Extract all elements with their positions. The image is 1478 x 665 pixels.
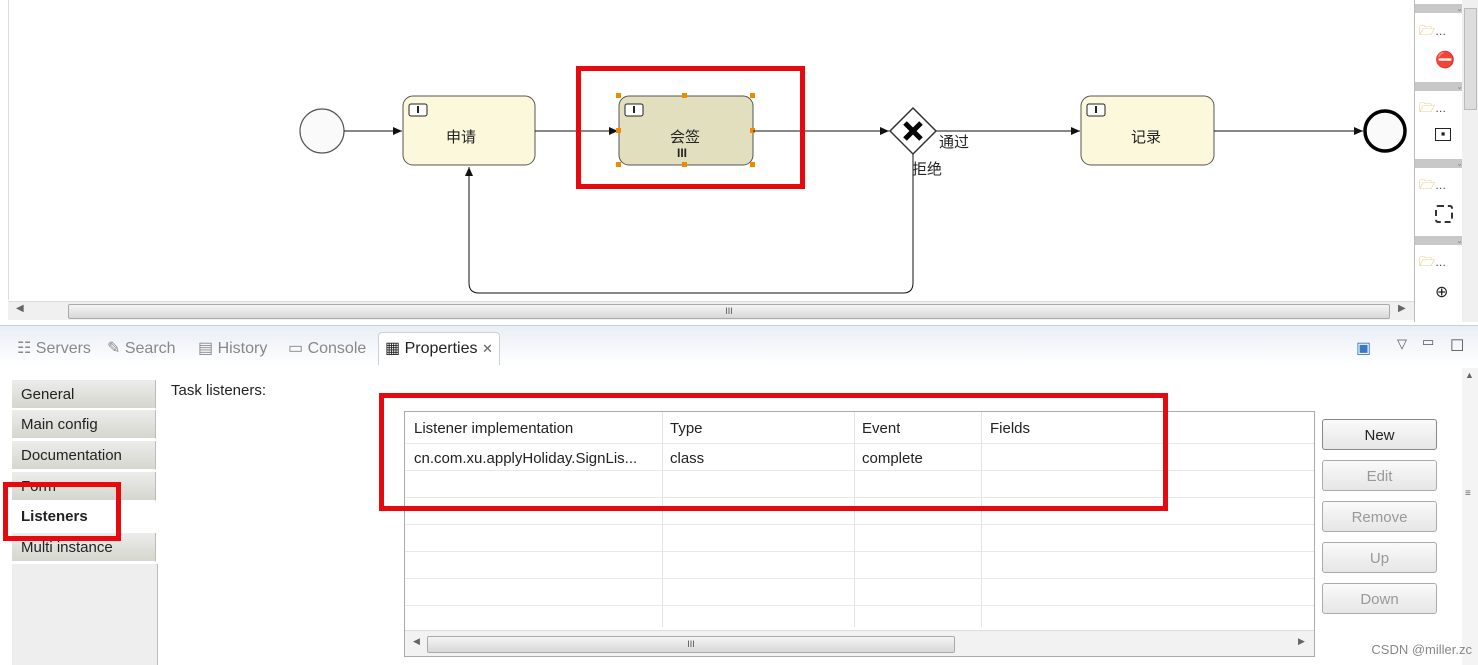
tab-properties[interactable]: ▦ Properties ✕: [378, 332, 500, 365]
reject-label: 拒绝: [912, 161, 943, 178]
tab-search[interactable]: ✎ Search: [107, 338, 176, 358]
view-tab-bar: ☷ Servers ✎ Search ▤ History ▭ Console ▦…: [0, 325, 1478, 366]
table-horizontal-scrollbar[interactable]: ◀ III ▶: [405, 630, 1314, 656]
scroll-thumb[interactable]: III: [427, 636, 955, 653]
user-task-icon[interactable]: ▪: [1435, 127, 1451, 141]
highlight-box-listeners-tab: [3, 482, 121, 541]
error-end-event-icon[interactable]: ⛔: [1435, 50, 1455, 70]
highlight-box-task: [576, 66, 805, 189]
pin-icon[interactable]: ▣: [1356, 338, 1371, 358]
new-button[interactable]: New: [1322, 419, 1437, 450]
scroll-up-icon[interactable]: ▲: [1465, 370, 1474, 380]
parallel-gateway-icon[interactable]: ⊕: [1435, 282, 1448, 302]
close-icon[interactable]: ✕: [482, 341, 493, 356]
side-tab-main-config[interactable]: Main config: [12, 410, 156, 439]
palette: ⌄ 🗁… ⛔ ⌄ 🗁… ▪ ⌄ 🗁… ⌄ 🗁… ⊕: [1414, 0, 1463, 322]
horizontal-scrollbar[interactable]: ◀ III ▶: [8, 301, 1414, 320]
side-tab-filler: [12, 564, 158, 665]
scroll-right-icon[interactable]: ▶: [1298, 636, 1305, 647]
edit-button[interactable]: Edit: [1322, 460, 1437, 491]
folder-icon[interactable]: 🗁…: [1419, 176, 1446, 198]
palette-drawer-toggle[interactable]: ⌄: [1415, 4, 1463, 13]
highlight-box-table: [379, 393, 1168, 511]
palette-drawer-toggle[interactable]: ⌄: [1415, 159, 1463, 168]
scroll-left-icon[interactable]: ◀: [413, 636, 420, 647]
start-event[interactable]: [299, 108, 345, 154]
folder-icon[interactable]: 🗁…: [1419, 22, 1446, 44]
subprocess-icon[interactable]: [1435, 205, 1453, 223]
folder-icon[interactable]: 🗁…: [1419, 253, 1446, 275]
tab-history[interactable]: ▤ History: [198, 338, 267, 358]
folder-icon[interactable]: 🗁…: [1419, 99, 1446, 121]
properties-vertical-scrollbar[interactable]: ▲ ≡: [1462, 368, 1478, 665]
palette-drawer-toggle[interactable]: ⌄: [1415, 82, 1463, 91]
scroll-right-icon[interactable]: ▶: [1398, 303, 1406, 314]
scroll-left-icon[interactable]: ◀: [16, 303, 24, 314]
side-tab-general[interactable]: General: [12, 380, 156, 409]
tab-console[interactable]: ▭ Console: [288, 338, 366, 358]
up-button[interactable]: Up: [1322, 542, 1437, 573]
vertical-scrollbar[interactable]: [1462, 0, 1478, 322]
down-button[interactable]: Down: [1322, 583, 1437, 614]
view-menu-icon[interactable]: ▽: [1397, 336, 1407, 352]
palette-drawer-toggle[interactable]: ⌄: [1415, 236, 1463, 245]
maximize-icon[interactable]: ☐: [1450, 336, 1464, 356]
scroll-thumb[interactable]: [1464, 8, 1477, 110]
scroll-thumb[interactable]: III: [68, 304, 1390, 319]
task-record-label: 记录: [1131, 129, 1162, 146]
scroll-grip-icon[interactable]: ≡: [1465, 488, 1471, 499]
minimize-icon[interactable]: ▭: [1422, 334, 1434, 350]
tab-servers[interactable]: ☷ Servers: [17, 338, 91, 358]
task-apply-label: 申请: [446, 129, 477, 146]
approve-label: 通过: [939, 134, 970, 151]
end-event[interactable]: [1363, 109, 1407, 153]
side-tab-documentation[interactable]: Documentation: [12, 441, 156, 470]
remove-button[interactable]: Remove: [1322, 501, 1437, 532]
watermark: CSDN @miller.zc: [1371, 642, 1472, 657]
task-listeners-label: Task listeners:: [171, 382, 267, 399]
